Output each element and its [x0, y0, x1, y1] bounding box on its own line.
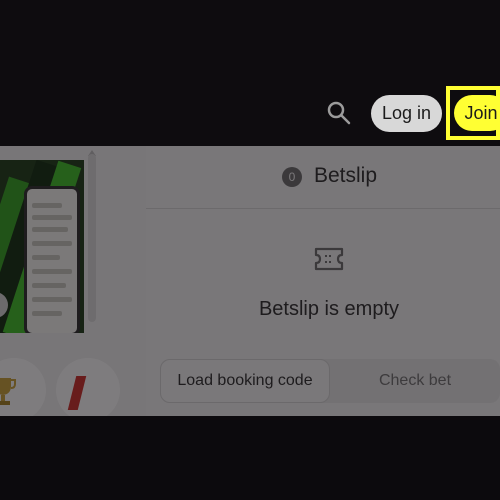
login-button[interactable]: Log in — [371, 95, 442, 132]
betslip-empty-message: Betslip is empty — [258, 298, 400, 320]
join-button-highlight: Join — [446, 86, 500, 140]
ticket-icon — [314, 246, 344, 272]
betslip-title: Betslip — [314, 164, 378, 187]
phone-line — [32, 311, 62, 316]
scrollbar[interactable] — [88, 154, 96, 322]
phone-line — [32, 255, 60, 260]
trophy-card[interactable] — [0, 358, 46, 416]
promo-banner[interactable] — [0, 160, 84, 333]
search-icon[interactable] — [326, 100, 352, 126]
betslip-tabs: Load booking code Check bet — [160, 359, 500, 403]
flag-icon — [67, 376, 87, 410]
join-button[interactable]: Join — [454, 95, 500, 131]
betslip-header: 0 Betslip — [146, 146, 500, 209]
phone-line — [32, 227, 68, 232]
trophy-icon — [0, 376, 16, 405]
phone-line — [32, 203, 62, 208]
betslip-panel: 0 Betslip Betslip is empty Load booking … — [146, 146, 500, 416]
phone-line — [32, 297, 72, 302]
betslip-count-badge: 0 — [282, 167, 302, 187]
phone-line — [32, 269, 72, 274]
phone-line — [32, 215, 72, 220]
page: Log in Join 0 Betslip Betslip is empty L… — [0, 0, 500, 500]
phone-line — [32, 283, 66, 288]
left-panel — [0, 146, 146, 416]
tab-check-bet[interactable]: Check bet — [330, 359, 500, 403]
bottom-backdrop — [0, 416, 500, 500]
phone-line — [32, 241, 72, 246]
phone-mockup — [24, 186, 80, 333]
flag-card[interactable] — [56, 358, 120, 416]
top-bar: Log in Join — [0, 0, 500, 146]
tab-load-booking-code[interactable]: Load booking code — [160, 359, 330, 403]
